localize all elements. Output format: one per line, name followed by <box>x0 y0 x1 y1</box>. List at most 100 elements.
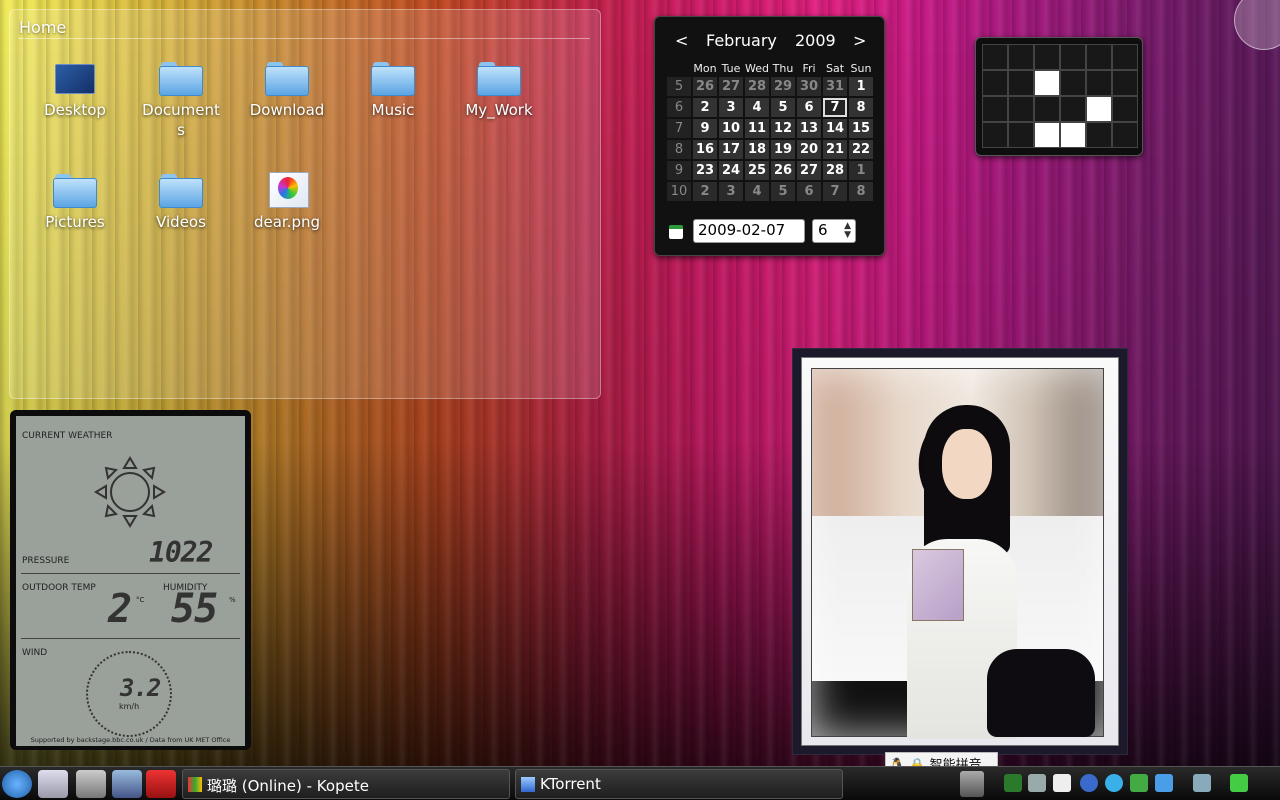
calendar-day[interactable]: 9 <box>693 119 717 138</box>
puzzle-cell[interactable] <box>1060 44 1086 70</box>
calendar-day[interactable]: 31 <box>823 77 847 96</box>
battery-icon[interactable] <box>1230 774 1248 792</box>
folder-item-videos[interactable]: Videos <box>131 172 231 232</box>
desktop-toolbox-button[interactable] <box>1234 0 1280 50</box>
month-selector[interactable]: February <box>706 31 777 50</box>
system-settings-icon[interactable] <box>76 770 106 798</box>
calendar-day[interactable]: 8 <box>849 182 873 201</box>
task-ktorrent[interactable]: KTorrent <box>515 769 843 799</box>
date-input[interactable]: 2009-02-07 <box>693 219 805 243</box>
calendar-day[interactable]: 29 <box>771 77 795 96</box>
year-selector[interactable]: 2009 <box>795 31 836 50</box>
folder-item-my-work[interactable]: My_Work <box>449 60 549 120</box>
spin-arrows-icon[interactable]: ▲ ▼ <box>844 222 851 240</box>
calendar-day[interactable]: 26 <box>693 77 717 96</box>
calendar-day[interactable]: 3 <box>719 98 743 117</box>
calendar-day[interactable]: 19 <box>771 140 795 159</box>
calendar-day[interactable]: 4 <box>745 98 769 117</box>
calendar-day[interactable]: 6 <box>797 98 821 117</box>
calendar-day[interactable]: 4 <box>745 182 769 201</box>
puzzle-cell[interactable] <box>982 122 1008 148</box>
calendar-day[interactable]: 1 <box>849 161 873 180</box>
calendar-day[interactable]: 24 <box>719 161 743 180</box>
puzzle-cell[interactable] <box>982 70 1008 96</box>
calendar-day[interactable]: 2 <box>693 182 717 201</box>
messenger-icon[interactable] <box>1080 774 1098 792</box>
puzzle-cell[interactable] <box>1008 122 1034 148</box>
calendar-day[interactable]: 16 <box>693 140 717 159</box>
calendar-day[interactable]: 28 <box>823 161 847 180</box>
calendar-day[interactable]: 25 <box>745 161 769 180</box>
puzzle-cell[interactable] <box>1112 44 1138 70</box>
calendar-day[interactable]: 8 <box>849 98 873 117</box>
folder-item-documents[interactable]: Documents <box>131 60 231 140</box>
calendar-day[interactable]: 15 <box>849 119 873 138</box>
picture-frame-widget[interactable] <box>792 348 1128 755</box>
calendar-day[interactable]: 28 <box>745 77 769 96</box>
file-item-dear-png[interactable]: dear.png <box>237 172 337 232</box>
calendar-day[interactable]: 13 <box>797 119 821 138</box>
calendar-day[interactable]: 17 <box>719 140 743 159</box>
calendar-day[interactable]: 1 <box>849 77 873 96</box>
puzzle-cell[interactable] <box>1112 122 1138 148</box>
folder-item-music[interactable]: Music <box>343 60 443 120</box>
calendar-day-selected[interactable]: 7 <box>823 98 847 117</box>
puzzle-cell[interactable] <box>1086 44 1112 70</box>
folder-item-desktop[interactable]: Desktop <box>25 60 125 120</box>
kopete-tray-icon[interactable] <box>1105 774 1123 792</box>
puzzle-cell[interactable] <box>1086 122 1112 148</box>
puzzle-cell[interactable] <box>1008 96 1034 122</box>
puzzle-cell[interactable] <box>1034 70 1060 96</box>
calendar-day[interactable]: 21 <box>823 140 847 159</box>
file-manager-icon[interactable] <box>38 770 68 798</box>
puzzle-cell[interactable] <box>1034 122 1060 148</box>
calendar-day[interactable]: 11 <box>745 119 769 138</box>
puzzle-cell[interactable] <box>1086 96 1112 122</box>
calendar-day[interactable]: 27 <box>797 161 821 180</box>
folder-item-pictures[interactable]: Pictures <box>25 172 125 232</box>
puzzle-cell[interactable] <box>1086 70 1112 96</box>
trash-icon[interactable] <box>960 771 984 797</box>
download-icon[interactable] <box>1155 774 1173 792</box>
lock-screen-icon[interactable] <box>112 770 142 798</box>
calendar-day[interactable]: 2 <box>693 98 717 117</box>
calendar-day[interactable]: 14 <box>823 119 847 138</box>
power-icon[interactable] <box>146 770 176 798</box>
volume-icon[interactable] <box>1028 774 1046 792</box>
device-notifier-icon[interactable] <box>1193 774 1211 792</box>
puzzle-cell[interactable] <box>1034 96 1060 122</box>
puzzle-cell[interactable] <box>1112 96 1138 122</box>
puzzle-cell[interactable] <box>982 96 1008 122</box>
puzzle-cell[interactable] <box>1008 70 1034 96</box>
calendar-day[interactable]: 6 <box>797 182 821 201</box>
network-icon[interactable] <box>1130 774 1148 792</box>
puzzle-cell[interactable] <box>1060 96 1086 122</box>
puzzle-cell[interactable] <box>1060 70 1086 96</box>
puzzle-cell[interactable] <box>1060 122 1086 148</box>
calendar-day[interactable]: 20 <box>797 140 821 159</box>
puzzle-cell[interactable] <box>1034 44 1060 70</box>
calendar-day[interactable]: 26 <box>771 161 795 180</box>
calendar-day[interactable]: 27 <box>719 77 743 96</box>
calendar-day[interactable]: 10 <box>719 119 743 138</box>
task-kopete[interactable]: 璐璐 (Online) - Kopete <box>182 769 510 799</box>
dictionary-icon[interactable] <box>1004 774 1022 792</box>
calendar-day[interactable]: 7 <box>823 182 847 201</box>
puzzle-cell[interactable] <box>1008 44 1034 70</box>
application-launcher-icon[interactable] <box>2 770 32 798</box>
puzzle-cell[interactable] <box>982 44 1008 70</box>
calendar-day[interactable]: 30 <box>797 77 821 96</box>
previous-month-button[interactable]: < <box>675 31 688 50</box>
puzzle-cell[interactable] <box>1112 70 1138 96</box>
week-number-spinbox[interactable]: 6 ▲ ▼ <box>812 219 856 243</box>
calendar-day[interactable]: 22 <box>849 140 873 159</box>
next-month-button[interactable]: > <box>853 31 866 50</box>
folder-item-download[interactable]: Download <box>237 60 337 120</box>
calendar-day[interactable]: 3 <box>719 182 743 201</box>
calendar-day[interactable]: 5 <box>771 182 795 201</box>
calendar-day[interactable]: 12 <box>771 119 795 138</box>
puzzle-grid[interactable] <box>982 44 1138 148</box>
calendar-day[interactable]: 18 <box>745 140 769 159</box>
calendar-day[interactable]: 5 <box>771 98 795 117</box>
calendar-day[interactable]: 23 <box>693 161 717 180</box>
